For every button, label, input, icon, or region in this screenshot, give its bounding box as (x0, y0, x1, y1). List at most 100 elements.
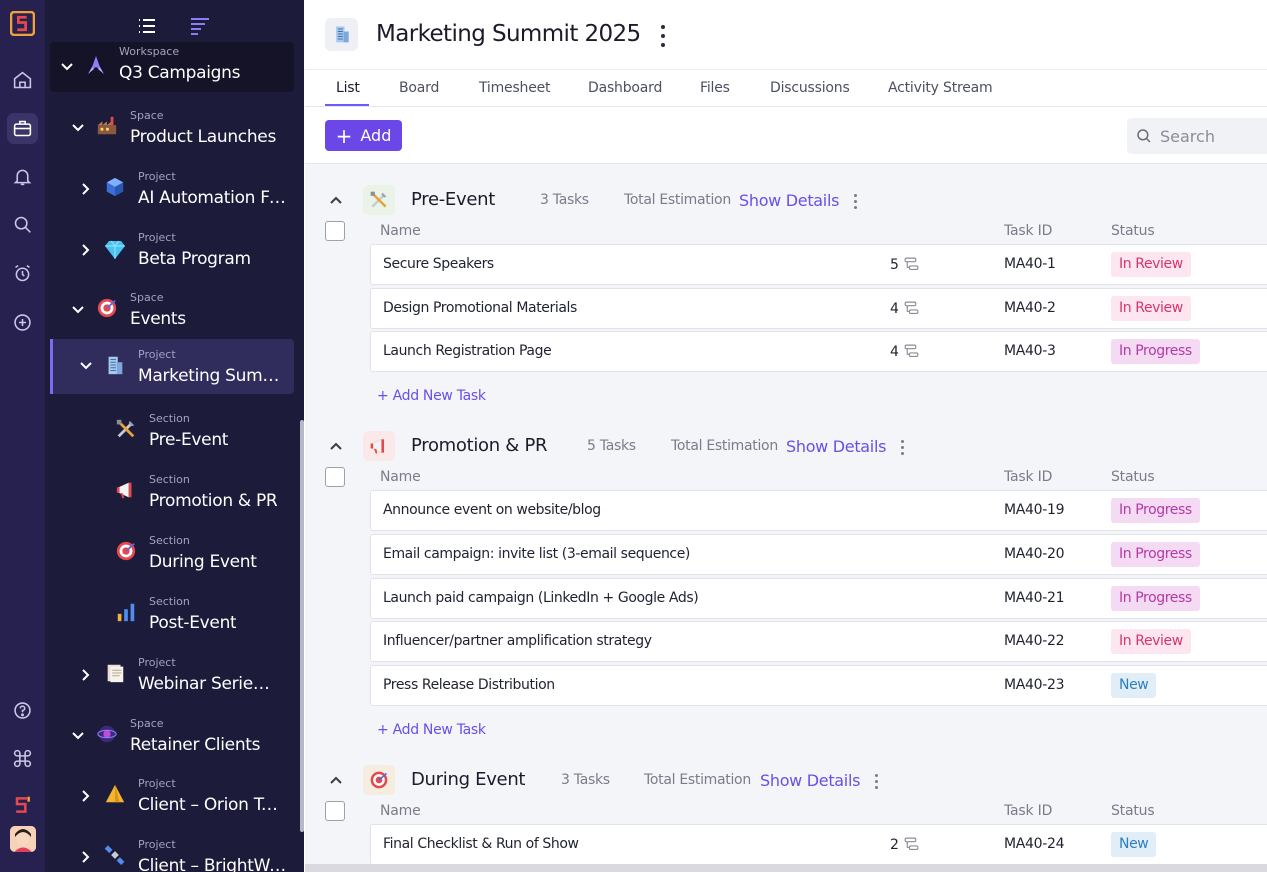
tree-workspace-q3-campaigns[interactable]: Workspace Q3 Campaigns (50, 42, 294, 92)
show-details-link[interactable]: Show Details (786, 437, 886, 456)
tab-list[interactable]: List (336, 80, 360, 96)
alarm-clock-icon[interactable] (7, 258, 38, 289)
tree-label: During Event (149, 552, 257, 572)
chevron-down-icon[interactable] (71, 729, 85, 743)
task-name: Secure Speakers (383, 256, 494, 272)
tree-label: Webinar Series – Q3 (138, 674, 278, 694)
chevron-right-icon[interactable] (79, 789, 93, 803)
table-row[interactable]: Launch paid campaign (LinkedIn + Google … (370, 578, 1267, 619)
tab-files[interactable]: Files (700, 80, 730, 96)
column-status: Status (1111, 223, 1155, 239)
tab-discussions[interactable]: Discussions (770, 80, 850, 96)
logo-icon[interactable] (10, 11, 35, 36)
chevron-up-icon[interactable] (329, 439, 343, 453)
chevron-right-icon[interactable] (79, 243, 93, 257)
select-all-checkbox[interactable] (325, 467, 345, 487)
status-badge[interactable]: In Progress (1111, 498, 1200, 523)
task-id: MA40-22 (1004, 633, 1065, 649)
tree-space-events[interactable]: Space Events (45, 285, 295, 335)
briefcase-icon[interactable] (7, 113, 38, 144)
chevron-right-icon[interactable] (79, 182, 93, 196)
task-id: MA40-3 (1004, 343, 1056, 359)
show-details-link[interactable]: Show Details (739, 191, 839, 210)
section-more-icon[interactable] (898, 440, 906, 455)
plus-circle-icon[interactable] (7, 307, 38, 338)
status-badge[interactable]: In Progress (1111, 586, 1200, 611)
search-icon[interactable] (7, 209, 38, 240)
table-row[interactable]: Announce event on website/blog MA40-19 I… (370, 490, 1267, 531)
tree-label: Client – BrightWave (138, 856, 288, 872)
table-row[interactable]: Design Promotional Materials 4 MA40-2 In… (370, 288, 1267, 329)
more-options-icon[interactable] (658, 25, 668, 47)
bell-icon[interactable] (7, 161, 38, 192)
table-row[interactable]: Influencer/partner amplification strateg… (370, 621, 1267, 662)
search-input[interactable] (1160, 118, 1265, 154)
sidebar-scrollbar[interactable] (300, 420, 304, 832)
chevron-down-icon[interactable] (71, 121, 85, 135)
section-more-icon[interactable] (851, 194, 859, 209)
status-badge[interactable]: In Progress (1111, 339, 1200, 364)
task-count: 3 Tasks (540, 192, 589, 208)
tab-dashboard[interactable]: Dashboard (588, 80, 662, 96)
list-view-icon[interactable] (121, 8, 173, 44)
tree-project-beta-program[interactable]: Project Beta Program (45, 225, 295, 275)
task-name: Final Checklist & Run of Show (383, 836, 579, 852)
table-row[interactable]: Final Checklist & Run of Show 2 MA40-24 … (370, 824, 1267, 865)
tree-section-during-event[interactable]: Section During Event (45, 528, 295, 578)
table-row[interactable]: Secure Speakers 5 MA40-1 In Review (370, 244, 1267, 285)
tree-project-client-brightwave[interactable]: Project Client – BrightWave (45, 832, 295, 872)
horizontal-scrollbar[interactable] (305, 864, 1267, 872)
chevron-right-icon[interactable] (79, 850, 93, 864)
add-new-task-link[interactable]: + Add New Task (377, 388, 486, 404)
tab-activity-stream[interactable]: Activity Stream (888, 80, 993, 96)
status-badge[interactable]: New (1111, 673, 1157, 698)
home-icon[interactable] (7, 65, 38, 96)
select-all-checkbox[interactable] (325, 801, 345, 821)
tree-label: Product Launches (130, 127, 277, 147)
avatar[interactable] (10, 826, 36, 852)
tree-project-webinar-series[interactable]: Project Webinar Series – Q3 (45, 650, 295, 700)
status-badge[interactable]: In Review (1111, 629, 1191, 654)
add-new-task-link[interactable]: + Add New Task (377, 722, 486, 738)
tree-section-pre-event[interactable]: Section Pre-Event (45, 406, 295, 456)
tools-icon (363, 185, 395, 215)
tree-kind: Project (138, 348, 176, 361)
tree-project-client-orion[interactable]: Project Client – Orion Tech (45, 771, 295, 821)
status-badge[interactable]: New (1111, 832, 1157, 857)
tree-view-icon[interactable] (174, 8, 226, 44)
table-row[interactable]: Launch Registration Page 4 MA40-3 In Pro… (370, 331, 1267, 372)
chevron-down-icon[interactable] (79, 359, 93, 373)
chevron-up-icon[interactable] (329, 773, 343, 787)
help-icon[interactable] (7, 695, 38, 726)
select-all-checkbox[interactable] (325, 221, 345, 241)
tree-space-product-launches[interactable]: Space Product Launches (45, 103, 295, 153)
subtask-icon (904, 837, 919, 851)
section-title: Promotion & PR (411, 435, 548, 456)
status-badge[interactable]: In Review (1111, 296, 1191, 321)
chevron-down-icon[interactable] (60, 60, 74, 74)
chevron-down-icon[interactable] (71, 303, 85, 317)
tab-timesheet[interactable]: Timesheet (479, 80, 551, 96)
tree-section-promotion-pr[interactable]: Section Promotion & PR (45, 467, 295, 517)
tab-board[interactable]: Board (399, 80, 439, 96)
tree-label: Q3 Campaigns (119, 63, 241, 83)
command-icon[interactable] (7, 743, 38, 774)
status-badge[interactable]: In Review (1111, 252, 1191, 277)
chevron-up-icon[interactable] (329, 193, 343, 207)
tree-space-retainer-clients[interactable]: Space Retainer Clients (45, 711, 295, 761)
show-details-link[interactable]: Show Details (760, 771, 860, 790)
table-row[interactable]: Press Release Distribution MA40-23 New (370, 665, 1267, 706)
status-badge[interactable]: In Progress (1111, 542, 1200, 567)
chevron-right-icon[interactable] (79, 668, 93, 682)
tree-section-post-event[interactable]: Section Post-Event (45, 589, 295, 639)
tree-project-ai-automation[interactable]: Project AI Automation Feature (45, 164, 295, 214)
task-id: MA40-1 (1004, 256, 1056, 272)
table-row[interactable]: Email campaign: invite list (3-email seq… (370, 534, 1267, 575)
add-button[interactable]: + Add (325, 120, 402, 151)
tree-kind: Workspace (119, 45, 180, 58)
task-id: MA40-21 (1004, 590, 1065, 606)
add-button-label: Add (360, 126, 392, 145)
section-header-promotion-pr: Promotion & PR 5 Tasks Total Estimation … (305, 429, 1267, 465)
section-more-icon[interactable] (872, 774, 880, 789)
tree-project-marketing-summit[interactable]: Project Marketing Summit 2025 (50, 339, 294, 394)
